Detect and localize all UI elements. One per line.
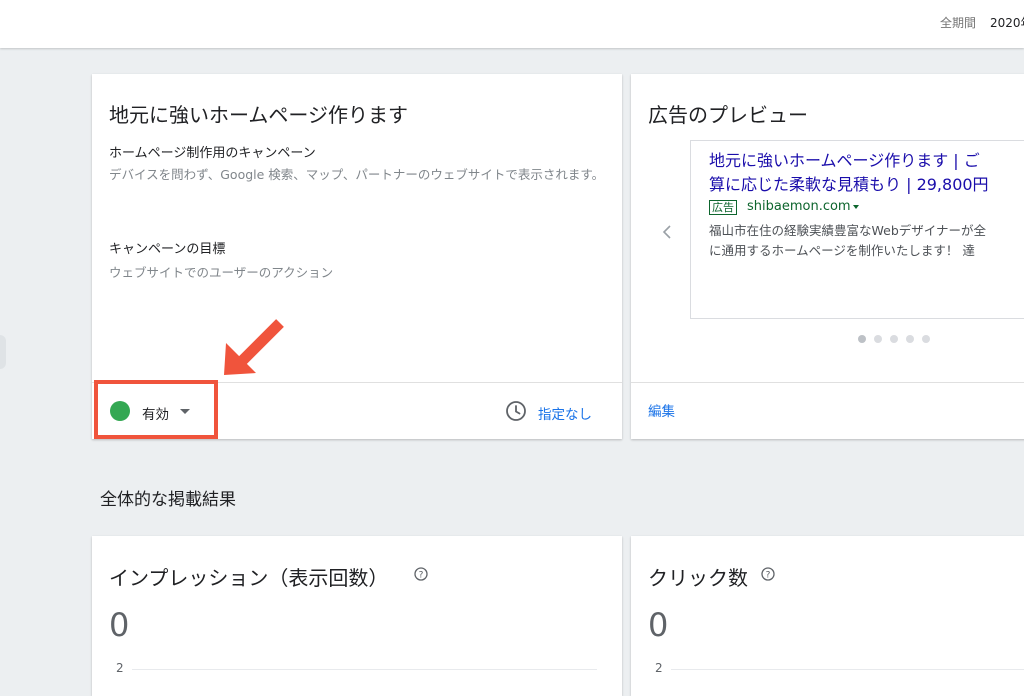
highlight-box	[94, 380, 218, 439]
period-selector[interactable]: 2020年	[990, 14, 1024, 31]
ad-badge: 広告	[709, 200, 737, 215]
ad-preview: 地元に強いホームページ作ります | ご 算に応じた柔軟な見積もり | 29,80…	[690, 140, 1024, 319]
carousel-dot[interactable]	[858, 335, 866, 343]
carousel-dot[interactable]	[874, 335, 882, 343]
ad-preview-card: 広告のプレビュー 地元に強いホームページ作ります | ご 算に応じた柔軟な見積も…	[631, 74, 1024, 439]
help-icon[interactable]: ?	[414, 567, 428, 581]
chevron-left-icon[interactable]	[662, 224, 672, 240]
caret-down-icon	[852, 204, 859, 209]
ad-description-continued: に通用するホームページを制作いたします！ 達	[709, 243, 975, 258]
metric-title: クリック数	[648, 566, 748, 590]
ad-headline-continued: 算に応じた柔軟な見積もり | 29,800円	[709, 175, 989, 194]
section-title: 全体的な掲載結果	[100, 490, 236, 510]
arrow-annotation-icon	[224, 319, 284, 375]
carousel-dots	[858, 335, 930, 343]
carousel-dot[interactable]	[890, 335, 898, 343]
side-panel-handle[interactable]	[0, 335, 6, 369]
help-icon[interactable]: ?	[761, 567, 775, 581]
period-label: 全期間	[940, 16, 977, 30]
clicks-card: クリック数 ? 0 2	[631, 536, 1024, 696]
grid-line	[132, 669, 597, 670]
ad-description: 福山市在住の経験実績豊富なWebデザイナーが全	[709, 223, 987, 238]
axis-label: 2	[655, 661, 663, 675]
clock-icon	[506, 401, 526, 421]
campaign-goal-heading: キャンペーンの目標	[109, 242, 226, 257]
impressions-card: インプレッション（表示回数） ? 0 2	[92, 536, 622, 696]
carousel-dot[interactable]	[922, 335, 930, 343]
metric-title: インプレッション（表示回数）	[109, 566, 389, 590]
ad-url-text: shibaemon.com	[747, 199, 851, 214]
metric-value: 0	[109, 606, 130, 644]
top-bar: 全期間 2020年	[0, 0, 1024, 48]
edit-link[interactable]: 編集	[648, 400, 675, 420]
svg-text:?: ?	[419, 571, 424, 581]
ad-preview-title: 広告のプレビュー	[648, 103, 808, 127]
card-divider	[631, 382, 1024, 383]
campaign-description: デバイスを問わず、Google 検索、マップ、パートナーのウェブサイトで表示され…	[109, 167, 605, 182]
ad-headline: 地元に強いホームページ作ります | ご	[709, 151, 980, 170]
carousel-dot[interactable]	[906, 335, 914, 343]
ad-display-url: shibaemon.com	[747, 199, 859, 214]
campaign-name: ホームページ制作用のキャンペーン	[109, 146, 316, 161]
campaign-goal-value: ウェブサイトでのユーザーのアクション	[109, 265, 334, 280]
grid-line	[671, 669, 1024, 670]
axis-label: 2	[116, 661, 124, 675]
svg-text:?: ?	[766, 571, 771, 581]
metric-value: 0	[648, 606, 669, 644]
campaign-title: 地元に強いホームページ作ります	[109, 103, 408, 127]
schedule-link[interactable]: 指定なし	[538, 403, 592, 423]
